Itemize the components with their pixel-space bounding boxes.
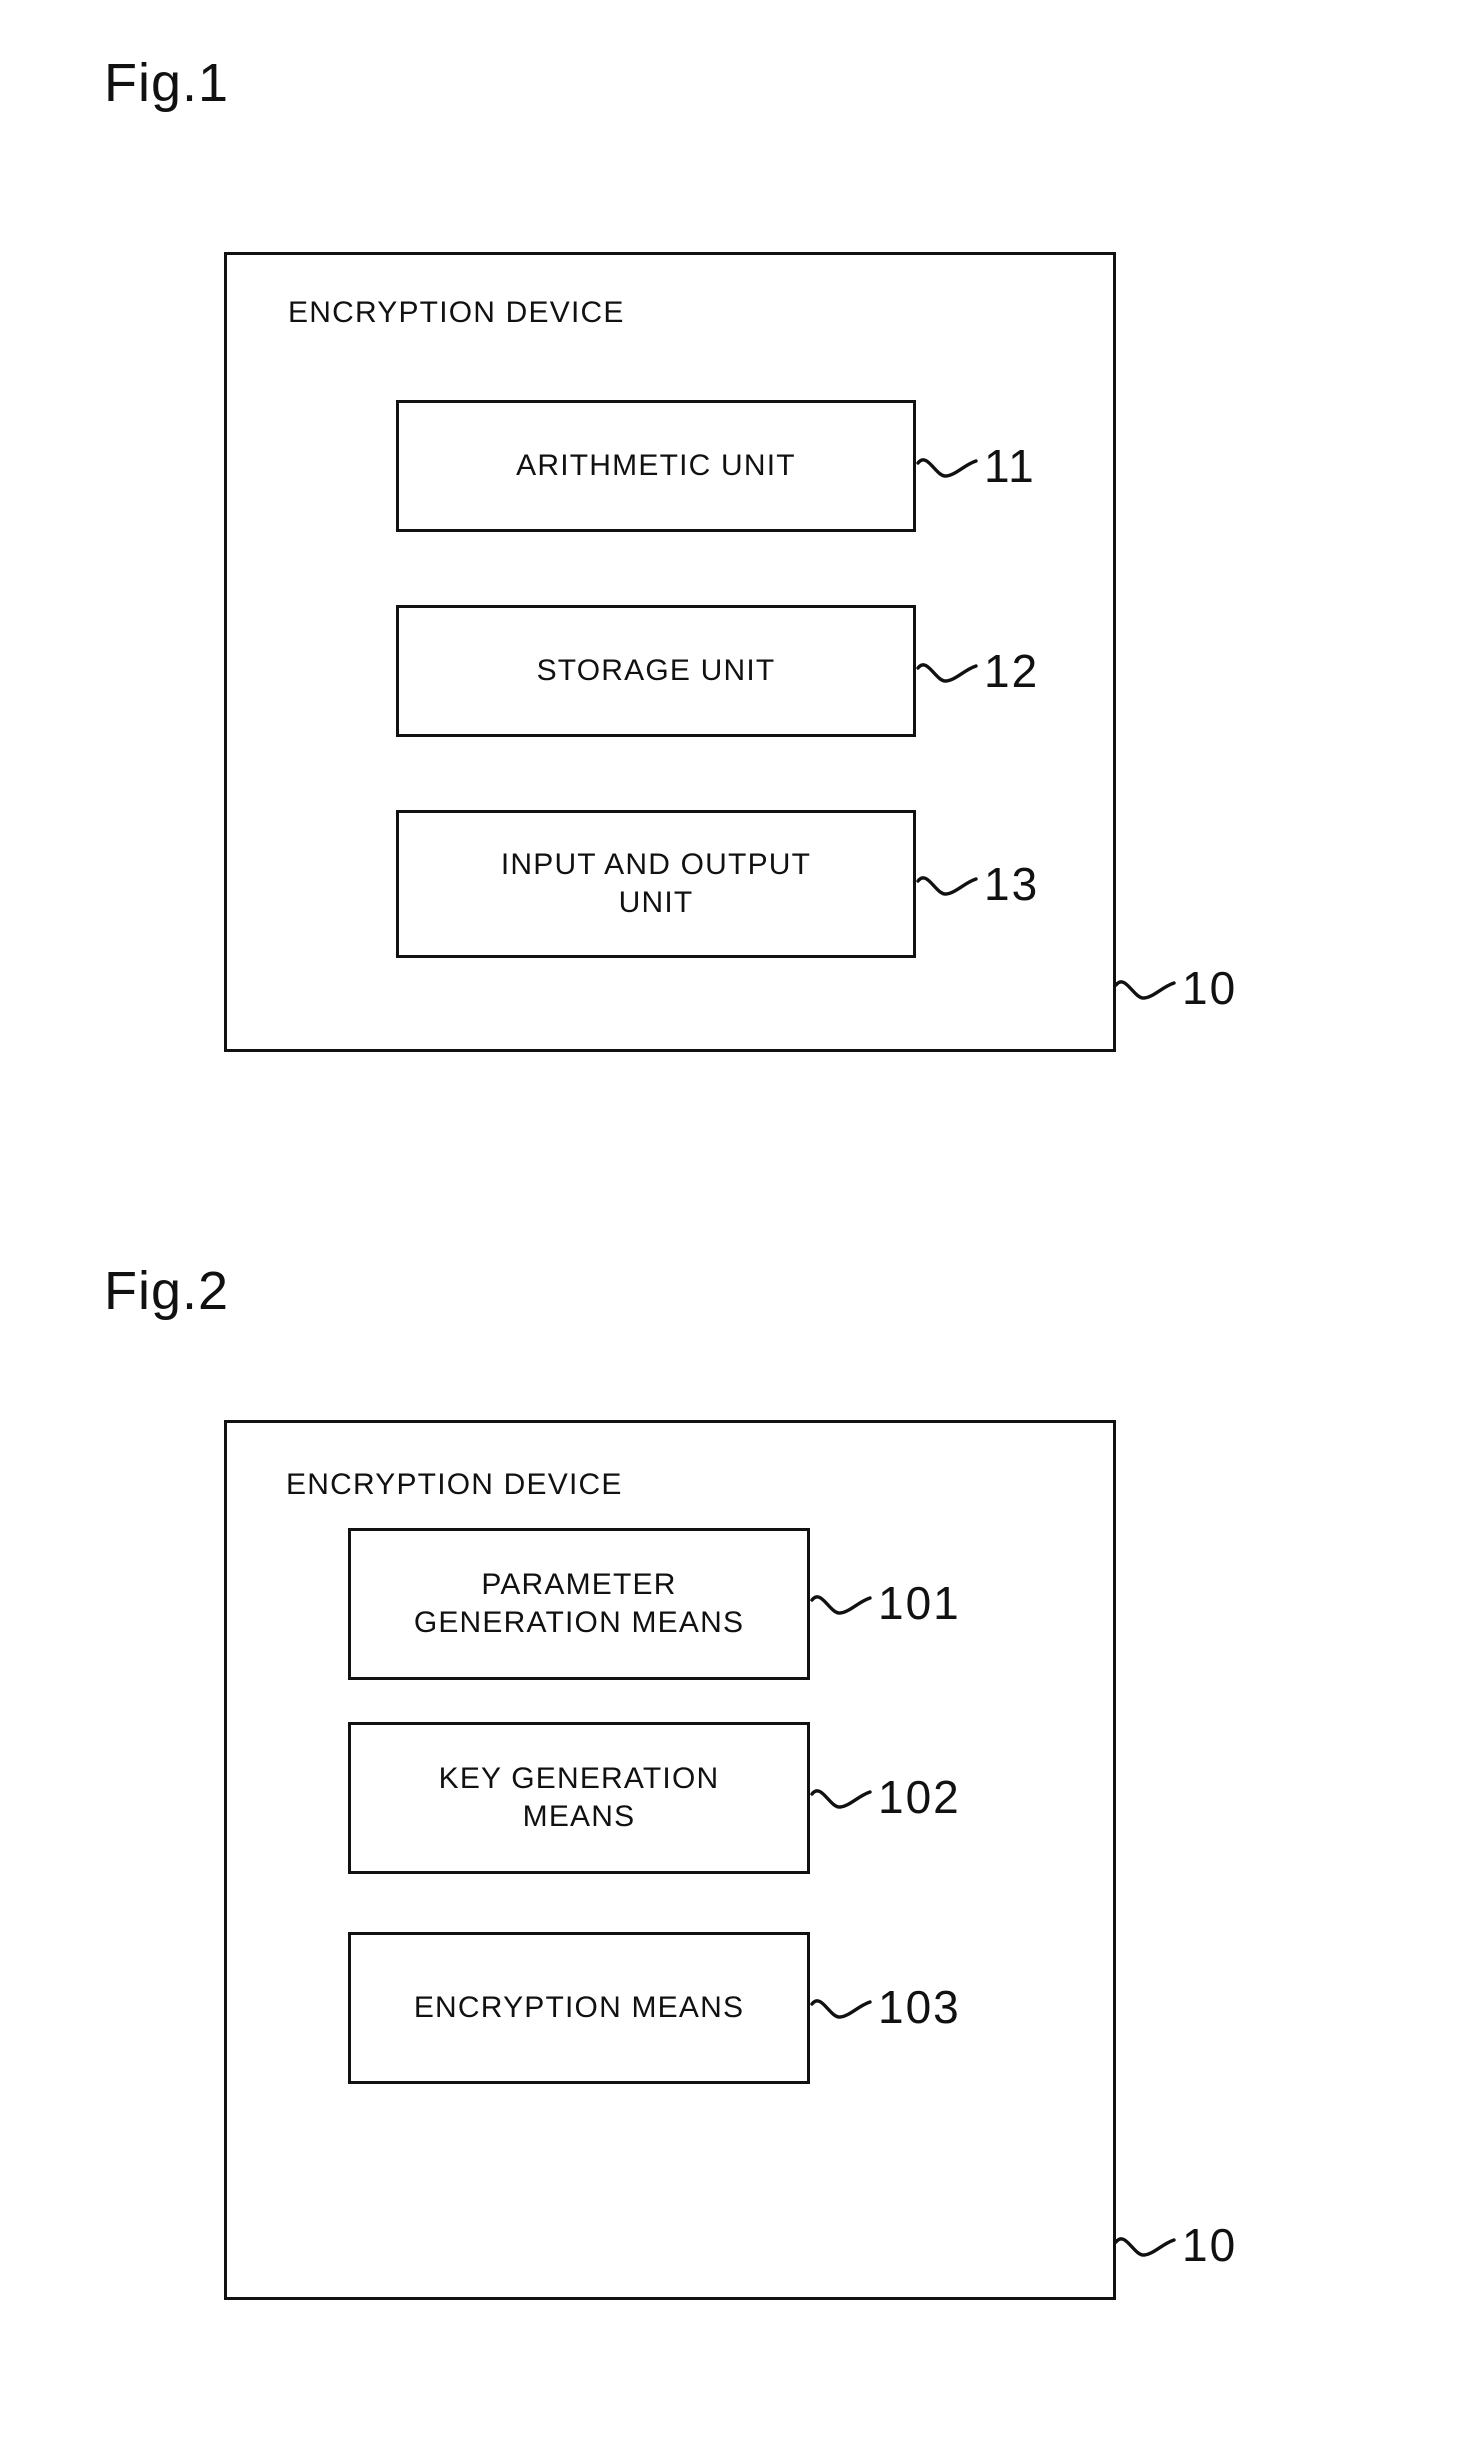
figure-2-module-label-2: ENCRYPTION MEANS — [413, 1990, 745, 2024]
figure-2: Fig.2 ENCRYPTION DEVICE PARAMETER GENERA… — [0, 1180, 1458, 2440]
figure-1-module-label-2: INPUT AND OUTPUT UNIT — [500, 847, 812, 919]
figure-2-ref-number-2: 103 — [878, 1981, 961, 2033]
figure-1-module-storage-unit: STORAGE UNIT — [396, 605, 916, 737]
figure-2-ref-number-0: 101 — [878, 1577, 961, 1629]
figure-1-module-label-1: STORAGE UNIT — [536, 653, 776, 687]
figure-1-module-input-and-output-unit: INPUT AND OUTPUT UNIT — [396, 810, 916, 958]
figure-1-module-label-0: ARITHMETIC UNIT — [516, 448, 796, 482]
figure-2-ref-callout-102: 102 — [810, 1774, 961, 1820]
figure-1: Fig.1 ENCRYPTION DEVICE ARITHMETIC UNIT … — [0, 0, 1458, 1180]
leader-squiggle-icon — [1114, 980, 1176, 1000]
figure-2-ref-callout-10: 10 — [1114, 2222, 1237, 2268]
leader-squiggle-icon — [810, 1999, 872, 2019]
figure-1-device-title: ENCRYPTION DEVICE — [288, 296, 625, 329]
figure-2-module-label-1: KEY GENERATION MEANS — [438, 1761, 720, 1833]
figure-2-caption: Fig.2 — [104, 1261, 230, 1321]
figure-1-ref-number-0: 11 — [984, 440, 1036, 492]
figure-2-module-label-0: PARAMETER GENERATION MEANS — [413, 1567, 745, 1639]
figure-2-ref-callout-101: 101 — [810, 1580, 961, 1626]
figure-1-module-arithmetic-unit: ARITHMETIC UNIT — [396, 400, 916, 532]
leader-squiggle-icon — [916, 876, 978, 896]
figure-2-module-key-generation-means: KEY GENERATION MEANS — [348, 1722, 810, 1874]
figure-2-module-parameter-generation-means: PARAMETER GENERATION MEANS — [348, 1528, 810, 1680]
figure-1-ref-number-1: 12 — [984, 645, 1040, 697]
figure-1-ref-number-2: 13 — [984, 858, 1040, 910]
figure-1-ref-callout-11: 11 — [916, 443, 1036, 489]
leader-squiggle-icon — [810, 1789, 872, 1809]
figure-1-caption: Fig.1 — [104, 53, 230, 113]
leader-squiggle-icon — [916, 458, 978, 478]
leader-squiggle-icon — [810, 1595, 872, 1615]
figure-1-ref-callout-12: 12 — [916, 648, 1039, 694]
figure-2-ref-number-1: 102 — [878, 1771, 961, 1823]
figure-2-module-encryption-means: ENCRYPTION MEANS — [348, 1932, 810, 2084]
figure-1-ref-callout-10: 10 — [1114, 965, 1237, 1011]
figure-2-ref-callout-103: 103 — [810, 1984, 961, 2030]
figure-2-device-title: ENCRYPTION DEVICE — [286, 1468, 623, 1501]
leader-squiggle-icon — [916, 663, 978, 683]
figure-1-device-ref-number: 10 — [1182, 962, 1238, 1014]
leader-squiggle-icon — [1114, 2237, 1176, 2257]
figure-1-ref-callout-13: 13 — [916, 861, 1039, 907]
figure-2-device-ref-number: 10 — [1182, 2219, 1238, 2271]
